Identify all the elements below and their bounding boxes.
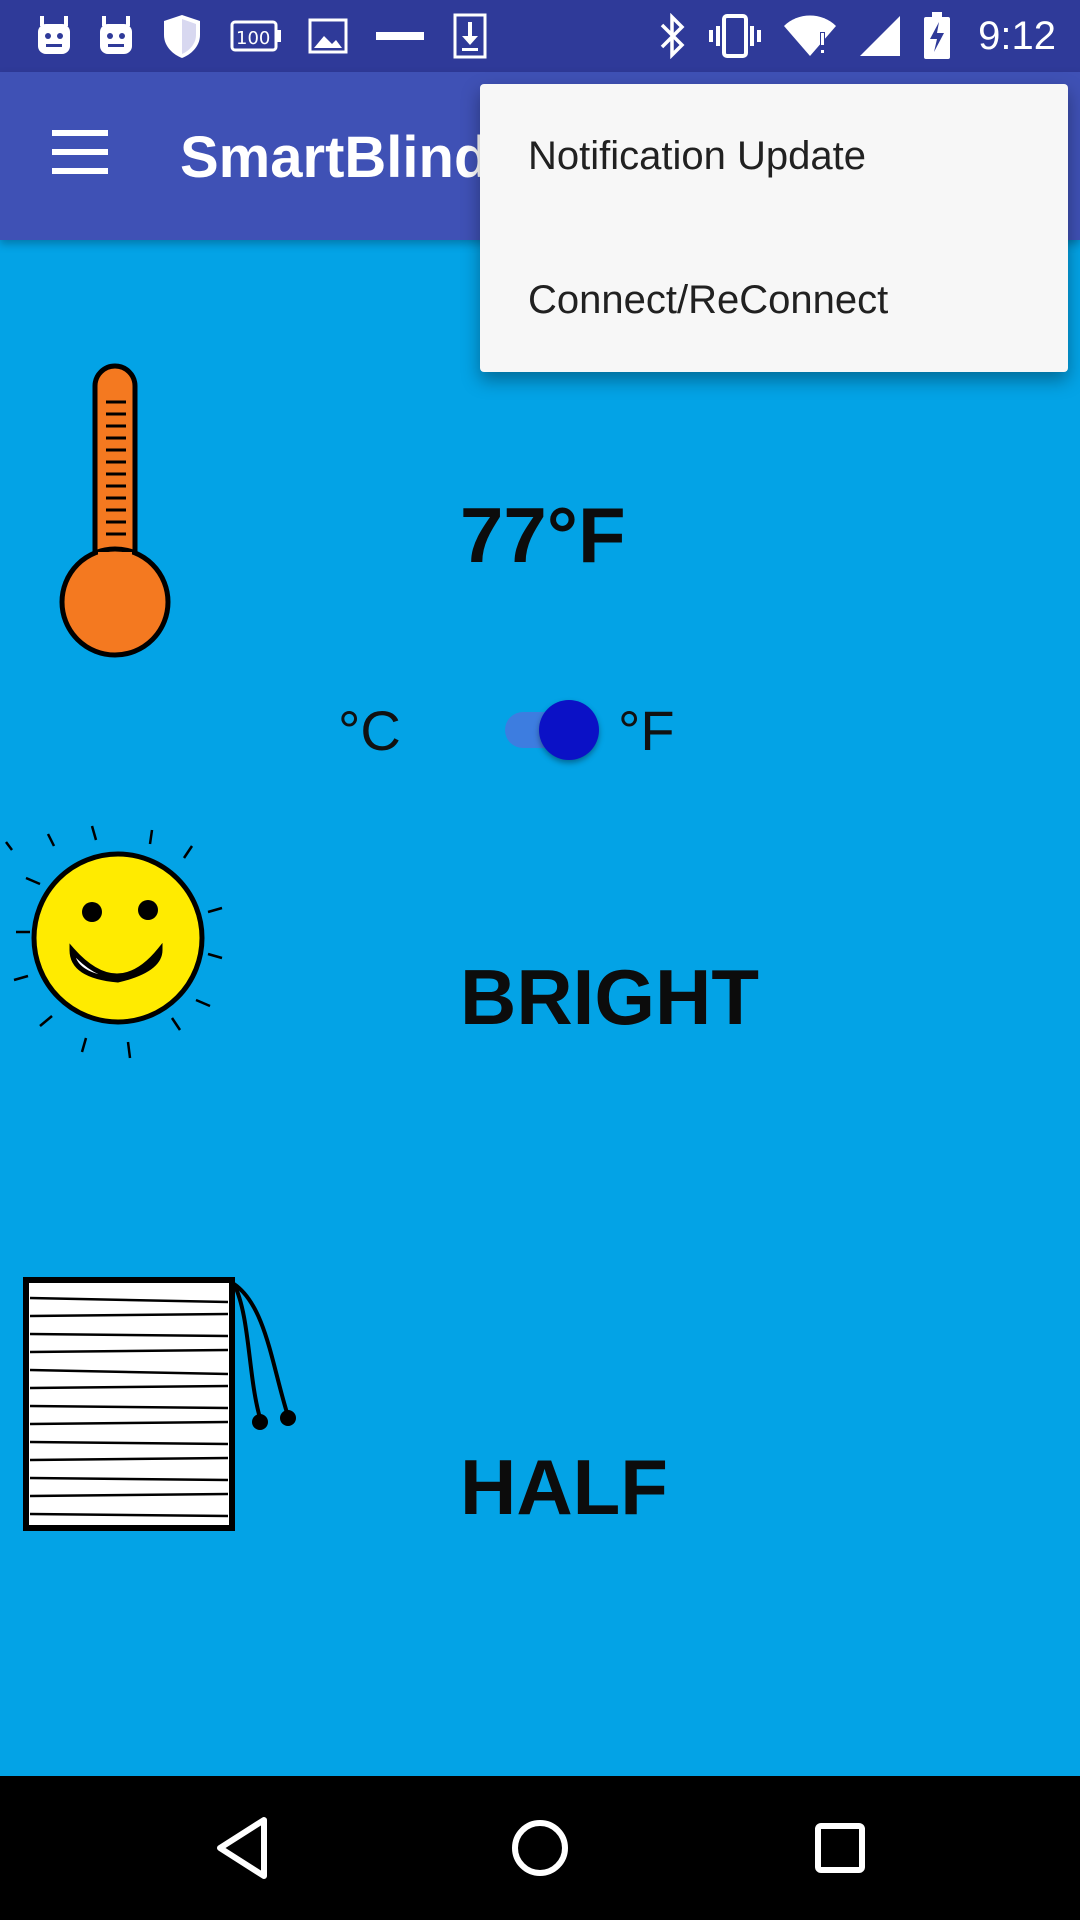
light-value: BRIGHT [460, 953, 759, 1041]
svg-text:100: 100 [236, 28, 270, 49]
vibrate-icon [709, 14, 762, 58]
status-icons-left: 100 [36, 12, 488, 60]
overflow-menu: Notification Update Connect/ReConnect [480, 84, 1068, 372]
navigation-bar [0, 1776, 1080, 1920]
bluetooth-icon [660, 13, 685, 59]
unit-toggle-switch[interactable] [505, 700, 601, 760]
window-blinds-icon [23, 1277, 296, 1531]
status-bar: 100 9:12 [0, 0, 1080, 72]
clock: 9:12 [978, 13, 1056, 58]
home-icon[interactable] [488, 1796, 592, 1900]
android-icon [100, 16, 132, 54]
status-icons-right: 9:12 [658, 10, 1056, 62]
recents-icon[interactable] [788, 1796, 892, 1900]
shield-icon [164, 15, 200, 58]
back-icon[interactable] [190, 1796, 294, 1900]
celsius-label: °C [338, 699, 401, 762]
battery-100-icon: 100 [230, 20, 281, 52]
toggle-thumb [539, 700, 599, 760]
hamburger-menu-icon[interactable] [52, 130, 112, 182]
minus-icon [376, 32, 424, 40]
android-icon [38, 16, 70, 54]
menu-item-connect-reconnect[interactable]: Connect/ReConnect [480, 228, 1068, 372]
app-title: SmartBlinds [180, 125, 522, 190]
menu-item-notification-update[interactable]: Notification Update [480, 84, 1068, 228]
fahrenheit-label: °F [618, 699, 675, 762]
blinds-value: HALF [460, 1443, 668, 1531]
thermometer-icon [59, 363, 171, 658]
signal-icon [860, 16, 901, 56]
smiling-sun-icon [5, 825, 223, 1059]
download-icon [453, 13, 487, 59]
image-icon [308, 18, 348, 54]
wifi-icon [784, 15, 837, 56]
battery-charging-icon [924, 12, 951, 59]
temperature-value: 77°F [460, 491, 626, 579]
